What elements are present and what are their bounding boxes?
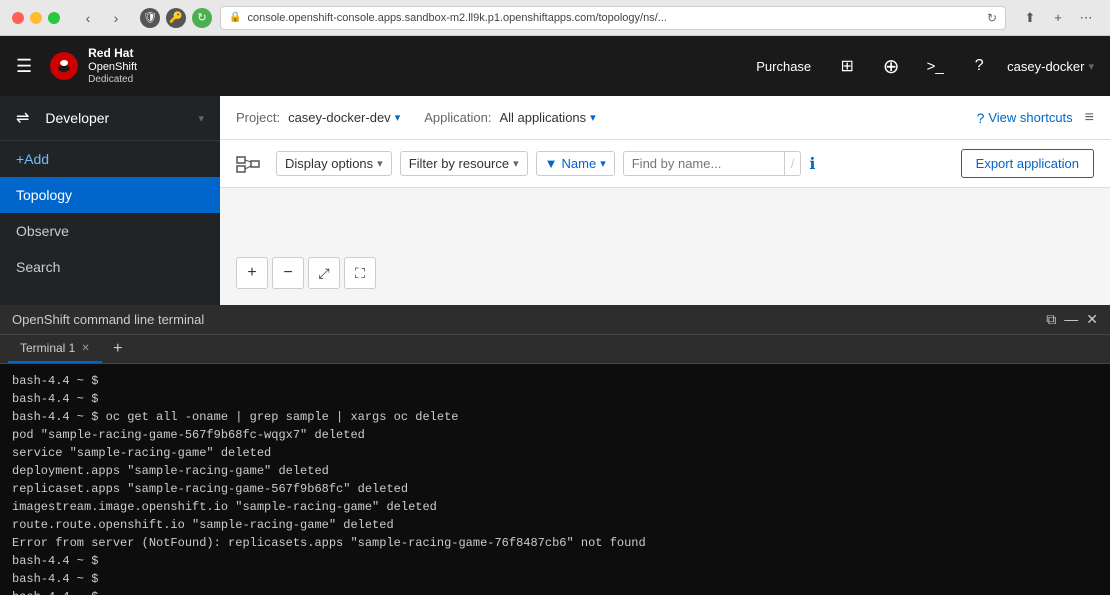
browser-icon1: 🛡 [140, 8, 160, 28]
brand: Red Hat OpenShift Dedicated [48, 46, 137, 86]
filter-funnel-icon: ▼ [545, 156, 558, 171]
close-window-btn[interactable] [12, 12, 24, 24]
find-by-name-container: / [623, 151, 802, 176]
sidebar-item-observe[interactable]: Observe [0, 213, 220, 249]
terminal-line: bash-4.4 ~ $ [12, 570, 1098, 588]
redhat-logo [48, 50, 80, 82]
close-tab-1-btn[interactable]: ✕ [81, 343, 89, 354]
fullscreen-btn[interactable]: ⛶ [344, 257, 376, 289]
sidebar-item-topology[interactable]: Topology [0, 177, 220, 213]
name-filter-btn[interactable]: ▼ Name ▾ [536, 151, 615, 176]
terminal-external-icon[interactable]: ⧉ [1046, 311, 1056, 328]
terminal-line: imagestream.image.openshift.io "sample-r… [12, 498, 1098, 516]
content-area: ⇌ Developer ▾ +Add Topology Observe Sear… [0, 96, 1110, 305]
share-btn[interactable]: ⬆ [1018, 6, 1042, 30]
brand-text: Red Hat OpenShift Dedicated [88, 46, 137, 86]
add-tab-btn[interactable]: + [106, 337, 130, 361]
browser-icon3: ↻ [192, 8, 212, 28]
user-menu-btn[interactable]: casey-docker ▾ [1007, 59, 1094, 74]
application-chevron-icon: ▾ [590, 111, 596, 124]
toolbar-row1: Project: casey-docker-dev ▾ Application:… [220, 96, 1110, 140]
help-icon-btn[interactable]: ? [963, 50, 995, 82]
terminal-line: pod "sample-racing-game-567f9b68fc-wqgx7… [12, 426, 1098, 444]
name-chevron-icon: ▾ [600, 157, 606, 170]
developer-chevron-icon: ▾ [198, 112, 204, 125]
terminal-header-actions: ⧉ — ✕ [1046, 311, 1098, 328]
new-tab-btn[interactable]: + [1046, 6, 1070, 30]
browser-bar: ‹ › 🛡 🔑 ↻ 🔒 console.openshift-console.ap… [0, 0, 1110, 36]
terminal-icon-btn[interactable]: >_ [919, 50, 951, 82]
display-options-chevron-icon: ▾ [377, 157, 383, 170]
terminal-line: service "sample-racing-game" deleted [12, 444, 1098, 462]
terminal-line: replicaset.apps "sample-racing-game-567f… [12, 480, 1098, 498]
filter-resource-chevron-icon: ▾ [513, 157, 519, 170]
browser-actions: ⬆ + ⋯ [1018, 6, 1098, 30]
terminal-line: route.route.openshift.io "sample-racing-… [12, 516, 1098, 534]
topology-icon-svg [236, 154, 260, 174]
shortcuts-info-icon: ? [977, 110, 985, 126]
app-container: ☰ Red Hat OpenShift Dedicated Purchase ⊞… [0, 36, 1110, 595]
browser-icon2: 🔑 [166, 8, 186, 28]
reload-icon[interactable]: ↻ [987, 11, 997, 25]
terminal-line: bash-4.4 ~ $ [12, 372, 1098, 390]
zoom-in-btn[interactable]: + [236, 257, 268, 289]
developer-icon: ⇌ [16, 108, 29, 128]
project-selector[interactable]: Project: casey-docker-dev ▾ [236, 110, 400, 125]
address-bar[interactable]: 🔒 console.openshift-console.apps.sandbox… [220, 6, 1006, 30]
terminal-line: Error from server (NotFound): replicaset… [12, 534, 1098, 552]
plus-icon-btn[interactable]: ⊕ [875, 50, 907, 82]
terminal-header: OpenShift command line terminal ⧉ — ✕ [0, 305, 1110, 335]
grid-icon-btn[interactable]: ⊞ [831, 50, 863, 82]
back-btn[interactable]: ‹ [76, 6, 100, 30]
terminal-tab-1[interactable]: Terminal 1 ✕ [8, 335, 102, 363]
purchase-nav-item[interactable]: Purchase [748, 55, 819, 78]
url-text: console.openshift-console.apps.sandbox-m… [247, 12, 666, 24]
project-chevron-icon: ▾ [395, 111, 401, 124]
terminal-line: bash-4.4 ~ $ [12, 552, 1098, 570]
topology-canvas: + − ⤢ ⛶ [220, 188, 1110, 305]
maximize-window-btn[interactable] [48, 12, 60, 24]
terminal-line: bash-4.4 ~ $ oc get all -oname | grep sa… [12, 408, 1098, 426]
application-selector[interactable]: Application: All applications ▾ [424, 110, 595, 125]
display-options-btn[interactable]: Display options ▾ [276, 151, 392, 176]
user-chevron-icon: ▾ [1088, 60, 1094, 73]
view-shortcuts-btn[interactable]: ? View shortcuts [977, 110, 1073, 126]
search-divider: / [784, 152, 801, 175]
toolbar-row2: Display options ▾ Filter by resource ▾ ▼… [220, 140, 1110, 188]
terminal-output[interactable]: bash-4.4 ~ $bash-4.4 ~ $bash-4.4 ~ $ oc … [0, 364, 1110, 595]
zoom-controls: + − ⤢ ⛶ [236, 257, 376, 289]
sidebar-developer-btn[interactable]: ⇌ Developer ▾ [0, 96, 220, 141]
top-nav: ☰ Red Hat OpenShift Dedicated Purchase ⊞… [0, 36, 1110, 96]
find-by-name-input[interactable] [624, 152, 784, 175]
browser-navigation: ‹ › [76, 6, 128, 30]
hamburger-menu[interactable]: ☰ [16, 56, 32, 77]
zoom-out-btn[interactable]: − [272, 257, 304, 289]
terminal-title: OpenShift command line terminal [12, 312, 204, 327]
terminal-line: deployment.apps "sample-racing-game" del… [12, 462, 1098, 480]
traffic-lights [12, 12, 60, 24]
terminal-tabs: Terminal 1 ✕ + [0, 335, 1110, 364]
list-view-icon[interactable]: ≡ [1085, 109, 1094, 127]
terminal-line: bash-4.4 ~ $ [12, 390, 1098, 408]
sidebar-item-add[interactable]: +Add [0, 141, 220, 177]
topology-map-icon [236, 154, 260, 174]
filter-by-resource-btn[interactable]: Filter by resource ▾ [400, 151, 528, 176]
filter-info-icon[interactable]: ℹ [809, 154, 815, 174]
sidebar: ⇌ Developer ▾ +Add Topology Observe Sear… [0, 96, 220, 305]
forward-btn[interactable]: › [104, 6, 128, 30]
terminal-section: OpenShift command line terminal ⧉ — ✕ Te… [0, 305, 1110, 595]
main-panel: Project: casey-docker-dev ▾ Application:… [220, 96, 1110, 305]
extensions-btn[interactable]: ⋯ [1074, 6, 1098, 30]
sidebar-item-search[interactable]: Search [0, 249, 220, 285]
fit-btn[interactable]: ⤢ [308, 257, 340, 289]
terminal-close-icon[interactable]: ✕ [1086, 311, 1098, 328]
terminal-minimize-icon[interactable]: — [1064, 311, 1078, 328]
export-application-btn[interactable]: Export application [961, 149, 1094, 178]
terminal-line: bash-4.4 ~ $ [12, 588, 1098, 595]
minimize-window-btn[interactable] [30, 12, 42, 24]
